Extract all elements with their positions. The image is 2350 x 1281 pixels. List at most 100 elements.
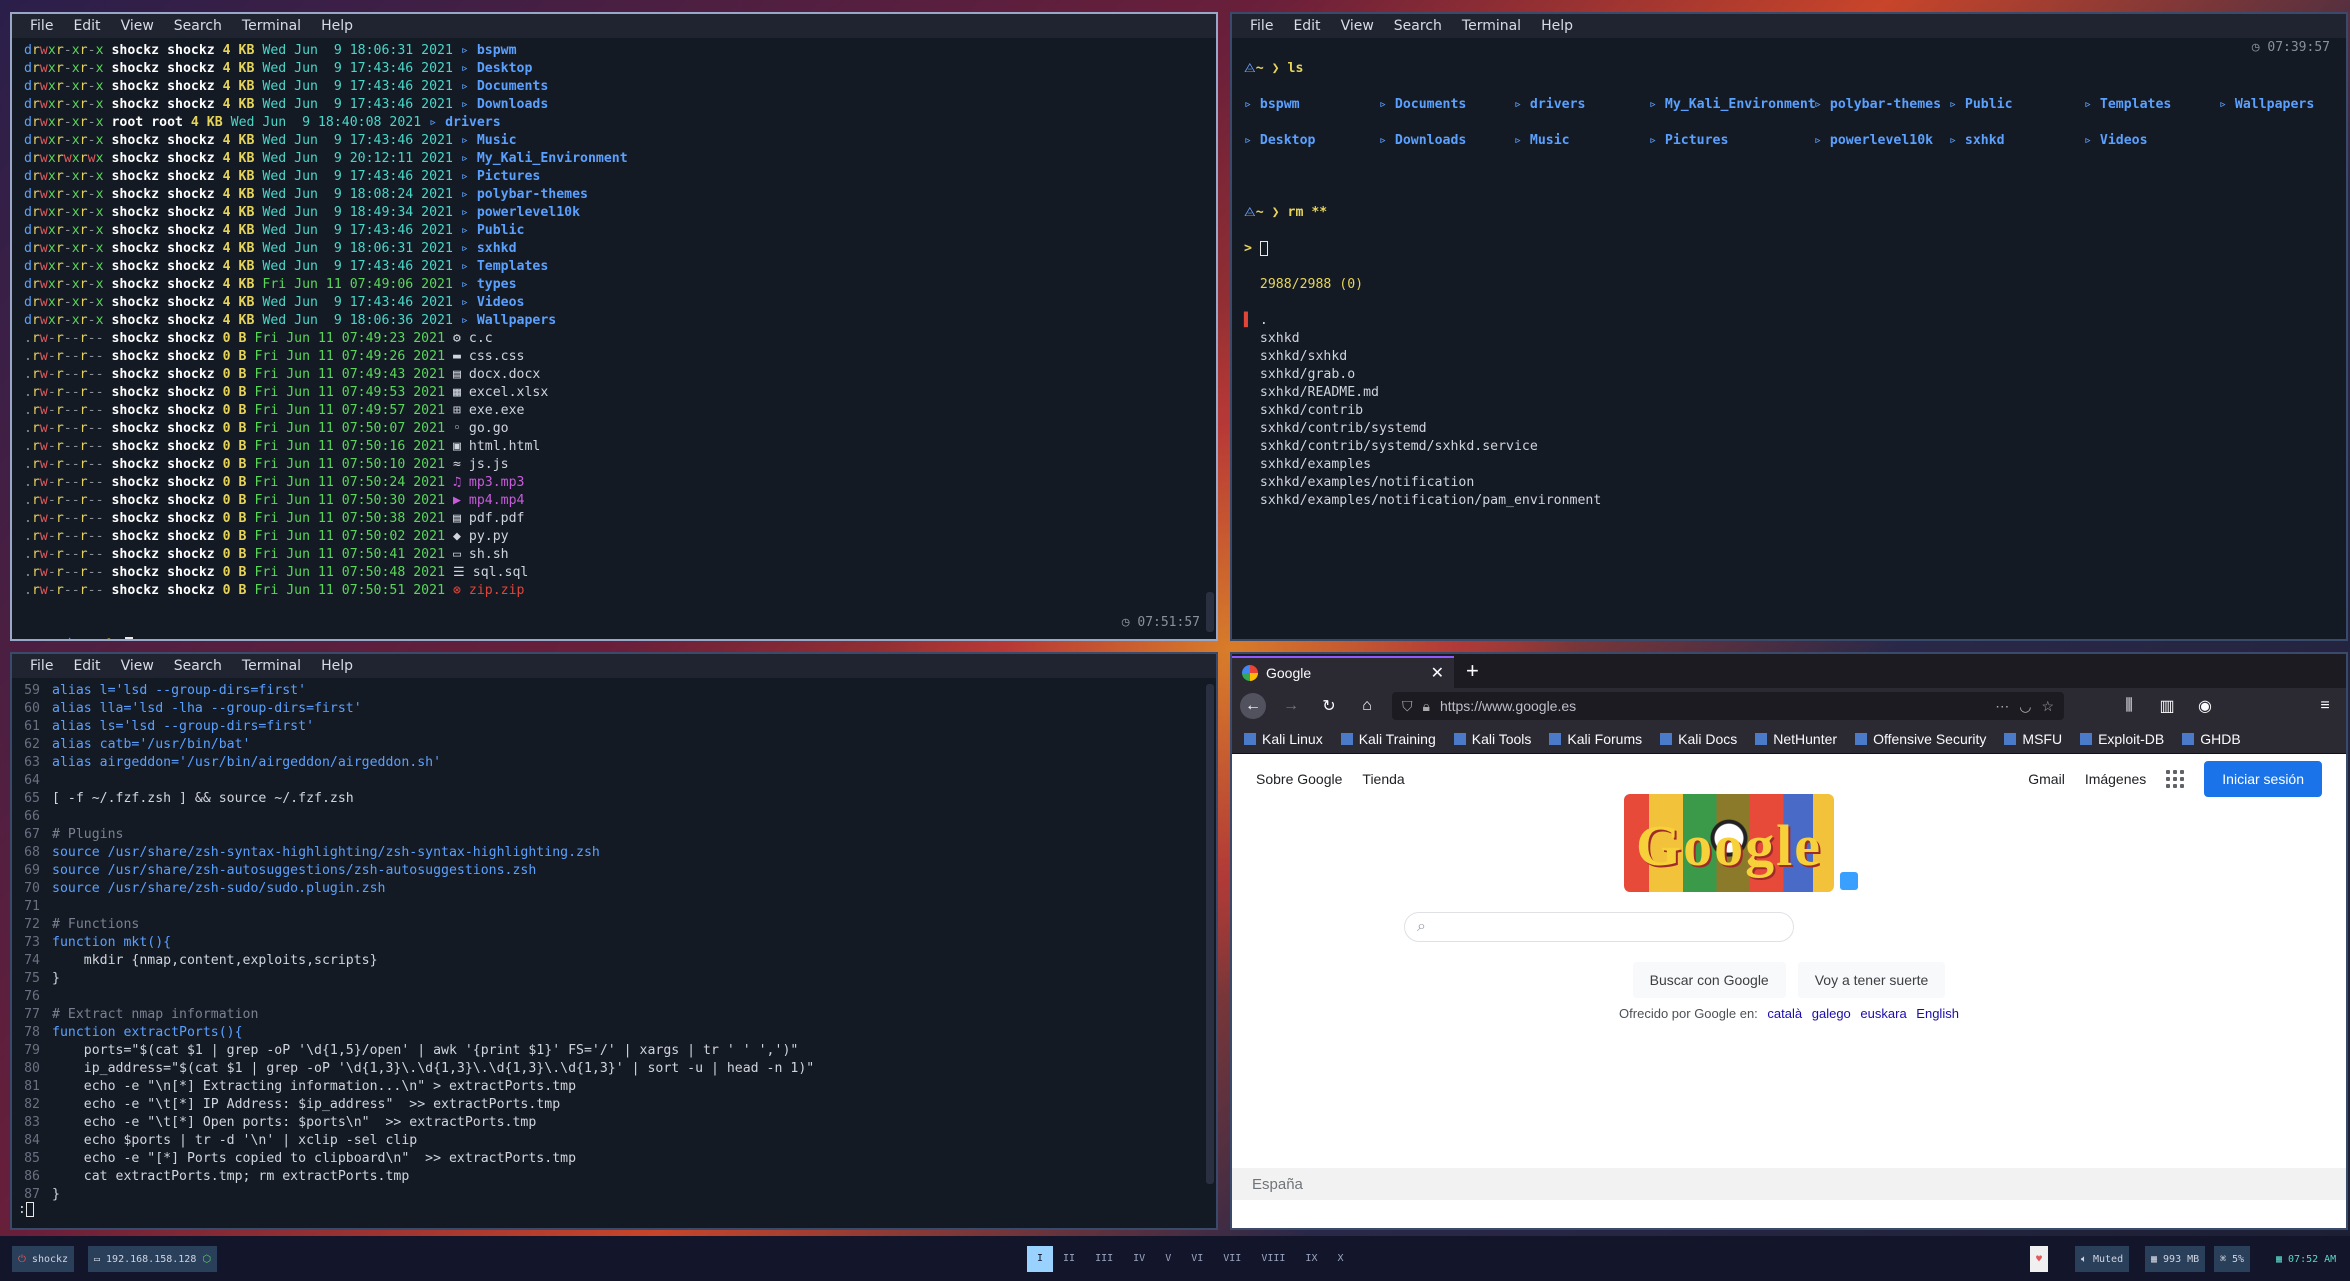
fzf-result-item[interactable]: sxhkd/examples/notification (1244, 474, 2334, 492)
fzf-result-item[interactable]: ▌ . (1244, 312, 2334, 330)
bookmark-item[interactable]: Kali Forums (1549, 731, 1642, 747)
fzf-result-item[interactable]: sxhkd/sxhkd (1244, 348, 2334, 366)
workspace-10[interactable]: X (1327, 1246, 1353, 1272)
bookmark-item[interactable]: Kali Linux (1244, 731, 1323, 747)
workspace-2[interactable]: II (1053, 1246, 1085, 1272)
workspace-5[interactable]: V (1155, 1246, 1181, 1272)
editor-content[interactable]: 59 alias l='lsd --group-dirs=first' 60 alia… (12, 678, 1216, 1208)
workspace-9[interactable]: IX (1295, 1246, 1327, 1272)
cpu-module[interactable]: ⌘ 5% (2214, 1246, 2251, 1272)
bookmark-item[interactable]: GHDB (2182, 731, 2241, 747)
lang-euskara-link[interactable]: euskara (1860, 1006, 1906, 1021)
menu-file[interactable]: File (20, 18, 63, 34)
close-tab-icon[interactable]: ✕ (1431, 663, 1444, 683)
menu-terminal[interactable]: Terminal (1452, 18, 1531, 34)
workspace-8[interactable]: VIII (1251, 1246, 1295, 1272)
workspace-4[interactable]: IV (1123, 1246, 1155, 1272)
lang-english-link[interactable]: English (1916, 1006, 1959, 1021)
terminal-window-zshrc[interactable]: File Edit View Search Terminal Help 59 al… (10, 652, 1218, 1230)
prompt-line[interactable]: ⨺ ~ ❯ (24, 615, 133, 639)
scrollbar[interactable] (1206, 684, 1214, 1184)
store-link[interactable]: Tienda (1362, 771, 1404, 787)
account-icon[interactable]: ◉ (2192, 693, 2218, 719)
apps-grid-icon[interactable] (2166, 770, 2185, 788)
fzf-result-item[interactable]: sxhkd/contrib (1244, 402, 2334, 420)
pocket-icon[interactable]: ◡ (2019, 698, 2031, 715)
menu-edit[interactable]: Edit (63, 18, 110, 34)
new-tab-button[interactable]: + (1454, 658, 1491, 688)
lang-galego-link[interactable]: galego (1812, 1006, 1851, 1021)
menu-help[interactable]: Help (311, 18, 363, 34)
images-link[interactable]: Imágenes (2085, 771, 2146, 787)
heart-module[interactable]: ♥ (2030, 1246, 2049, 1272)
lang-catala-link[interactable]: català (1767, 1006, 1802, 1021)
menu-terminal[interactable]: Terminal (232, 658, 311, 674)
fzf-result-item[interactable]: sxhkd/examples/notification/pam_environm… (1244, 492, 2334, 510)
menu-search[interactable]: Search (164, 18, 232, 34)
permissions: .rw-r--r-- (24, 457, 104, 472)
fzf-result-item[interactable]: sxhkd/contrib/systemd/sxhkd.service (1244, 438, 2334, 456)
menu-file[interactable]: File (20, 658, 63, 674)
bookmark-item[interactable]: Kali Training (1340, 731, 1436, 747)
menu-view[interactable]: View (111, 18, 164, 34)
terminal-window-rm[interactable]: File Edit View Search Terminal Help ◷ 07… (1230, 12, 2348, 641)
volume-module[interactable]: 🔈︎ Muted (2075, 1246, 2130, 1272)
menu-file[interactable]: File (1240, 18, 1283, 34)
text-cursor[interactable] (1259, 240, 1268, 256)
share-icon[interactable] (1840, 872, 1858, 890)
shield-icon[interactable]: ⛉ (1402, 698, 1413, 715)
menu-help[interactable]: Help (311, 658, 363, 674)
bookmark-item[interactable]: Offensive Security (1855, 731, 1986, 747)
gmail-link[interactable]: Gmail (2028, 771, 2065, 787)
workspace-3[interactable]: III (1085, 1246, 1123, 1272)
search-input[interactable]: ⌕ (1404, 912, 1794, 942)
fzf-result-item[interactable]: sxhkd/grab.o (1244, 366, 2334, 384)
search-button[interactable]: Buscar con Google (1632, 962, 1786, 998)
home-button[interactable]: ⌂ (1354, 693, 1380, 719)
memory-module[interactable]: ▦ 993 MB (2145, 1246, 2206, 1272)
menu-search[interactable]: Search (164, 658, 232, 674)
bookmark-item[interactable]: Exploit-DB (2080, 731, 2164, 747)
bookmark-item[interactable]: Kali Tools (1453, 731, 1531, 747)
workspace-1[interactable]: I (1027, 1246, 1054, 1272)
fzf-result-item[interactable]: sxhkd/examples (1244, 456, 2334, 474)
menu-view[interactable]: View (111, 658, 164, 674)
menu-view[interactable]: View (1331, 18, 1384, 34)
ip-module[interactable]: ▭ 192.168.158.128 ⬡ (88, 1246, 218, 1272)
scrollbar[interactable] (1206, 592, 1214, 632)
fzf-result-item[interactable]: sxhkd (1244, 330, 2334, 348)
tab-google[interactable]: Google ✕ (1232, 656, 1454, 688)
menu-help[interactable]: Help (1531, 18, 1583, 34)
fzf-result-item[interactable]: sxhkd/contrib/systemd (1244, 420, 2334, 438)
back-button[interactable]: ← (1240, 693, 1266, 719)
bookmark-item[interactable]: NetHunter (1755, 731, 1837, 747)
library-icon[interactable]: ⫼ (2116, 693, 2142, 719)
bookmark-item[interactable]: Kali Docs (1660, 731, 1737, 747)
clock-module[interactable]: ▦ 07:52 AM (2270, 1246, 2342, 1272)
user-module[interactable]: ⏻ shockz (12, 1246, 75, 1272)
menu-edit[interactable]: Edit (63, 658, 110, 674)
menu-terminal[interactable]: Terminal (232, 18, 311, 34)
editor-mode-line[interactable]: : (18, 1202, 34, 1220)
url-bar[interactable]: ⛉ 🔒︎ https://www.google.es ⋯ ◡ ☆ (1392, 692, 2064, 720)
lock-icon[interactable]: 🔒︎ (1423, 698, 1430, 715)
sign-in-button[interactable]: Iniciar sesión (2204, 761, 2322, 797)
reload-button[interactable]: ↻ (1316, 693, 1342, 719)
browser-window[interactable]: Google ✕ + ← → ↻ ⌂ ⛉ 🔒︎ https://www.goog… (1230, 652, 2348, 1230)
menu-edit[interactable]: Edit (1283, 18, 1330, 34)
workspace-7[interactable]: VII (1213, 1246, 1251, 1272)
bookmark-star-icon[interactable]: ☆ (2041, 698, 2054, 715)
google-doodle[interactable]: Google (1624, 794, 1834, 892)
sidebar-icon[interactable]: ▥ (2154, 693, 2180, 719)
menu-icon[interactable]: ≡ (2312, 693, 2338, 719)
forward-button[interactable]: → (1278, 693, 1304, 719)
url-text[interactable]: https://www.google.es (1440, 698, 1985, 714)
more-icon[interactable]: ⋯ (1995, 698, 2009, 715)
bookmark-item[interactable]: MSFU (2004, 731, 2062, 747)
lucky-button[interactable]: Voy a tener suerte (1797, 962, 1946, 998)
about-google-link[interactable]: Sobre Google (1256, 771, 1342, 787)
terminal-window-ls[interactable]: File Edit View Search Terminal Help drwx… (10, 12, 1218, 641)
menu-search[interactable]: Search (1384, 18, 1452, 34)
workspace-6[interactable]: VI (1181, 1246, 1213, 1272)
fzf-result-item[interactable]: sxhkd/README.md (1244, 384, 2334, 402)
